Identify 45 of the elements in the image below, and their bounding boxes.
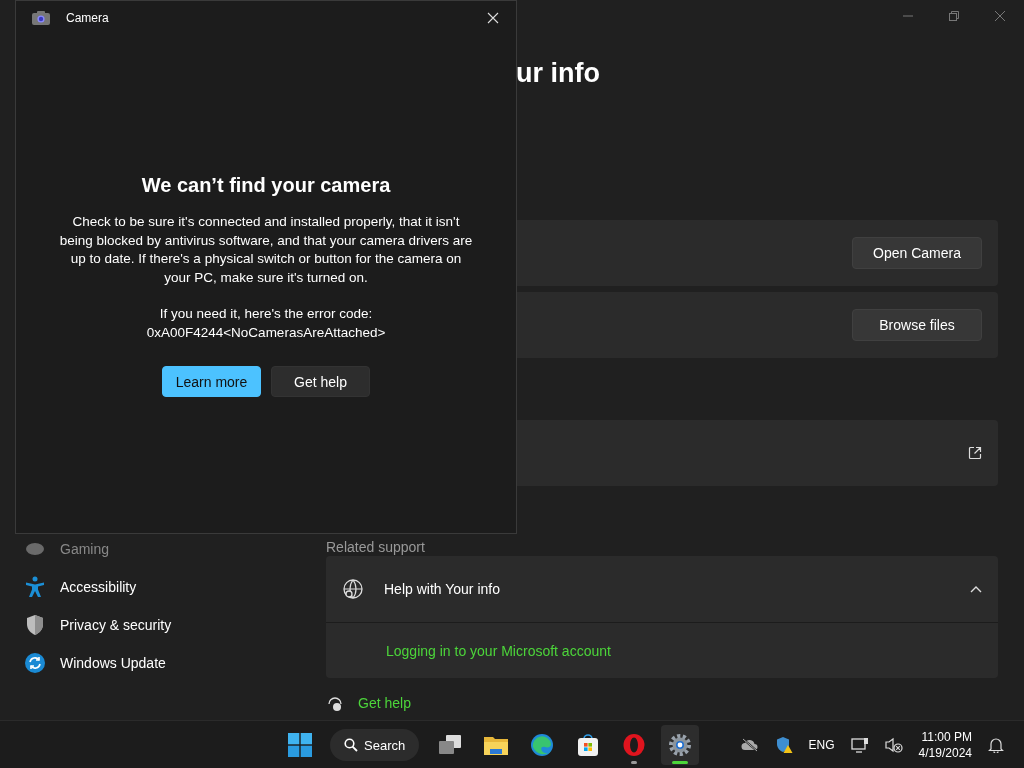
speaker-muted-icon[interactable] xyxy=(884,736,903,753)
get-help-link[interactable]: Get help xyxy=(358,695,411,711)
taskbar-app[interactable] xyxy=(661,725,700,765)
shield-icon xyxy=(24,614,46,636)
search-icon xyxy=(344,738,358,752)
language-indicator[interactable]: ENG xyxy=(808,737,835,752)
ring-o-icon xyxy=(622,733,647,757)
help-link[interactable]: Logging in to your Microsoft account xyxy=(386,642,611,659)
windows-stack-icon xyxy=(437,734,464,756)
network-icon[interactable] xyxy=(850,736,869,753)
sidebar-item[interactable]: Windows Update xyxy=(24,650,294,676)
browser-icon xyxy=(530,733,555,757)
gear-icon xyxy=(668,733,693,757)
dialog-button[interactable]: Learn more xyxy=(162,366,261,397)
sidebar-item[interactable]: Gaming xyxy=(24,536,294,562)
card-button[interactable]: Browse files xyxy=(852,309,982,341)
external-link-icon[interactable] xyxy=(968,446,982,460)
camera-icon xyxy=(32,11,50,25)
card-button[interactable]: Open Camera xyxy=(852,237,982,269)
expander-title: Help with Your info xyxy=(384,581,501,597)
sync-icon xyxy=(24,652,46,674)
page-title: ur info xyxy=(516,58,600,89)
person-icon xyxy=(24,576,46,598)
folder-icon xyxy=(483,734,510,756)
search-field[interactable]: Search xyxy=(330,729,420,761)
section-label: Related support xyxy=(326,538,426,556)
globe-search-icon xyxy=(342,578,364,600)
restore-icon[interactable] xyxy=(948,10,960,22)
error-heading: We can’t find your camera xyxy=(141,174,391,197)
shield-warning-icon[interactable] xyxy=(774,735,793,754)
error-code-text: 0xA00F4244<NoCamerasAreAttached> xyxy=(146,323,386,342)
store-bag-icon xyxy=(576,733,601,757)
chevron-icon[interactable] xyxy=(970,585,982,593)
expander-header[interactable]: Help with Your info xyxy=(326,556,998,623)
error-code-text: If you need it, here's the error code: xyxy=(158,305,374,323)
start-icon[interactable] xyxy=(288,733,312,757)
clock-date[interactable]: 4/19/2024 xyxy=(918,744,972,761)
error-message: Check to be sure it's connected and installed properly, that it isn't being blocked by antivirus software, and that your camera drivers are up to date. If there's a physical switch or button for the camera on your PC, make sure it's turned on. xyxy=(58,213,474,287)
sidebar-item[interactable]: Privacy & security xyxy=(24,612,294,638)
clock-time[interactable]: 11:00 PM xyxy=(921,728,972,745)
bell-icon[interactable] xyxy=(988,736,1004,753)
sidebar-item[interactable]: Accessibility xyxy=(24,574,294,600)
cloud-off-icon[interactable] xyxy=(740,737,759,752)
window-title: Camera xyxy=(66,11,110,25)
dialog-button[interactable]: Get help xyxy=(271,366,370,397)
